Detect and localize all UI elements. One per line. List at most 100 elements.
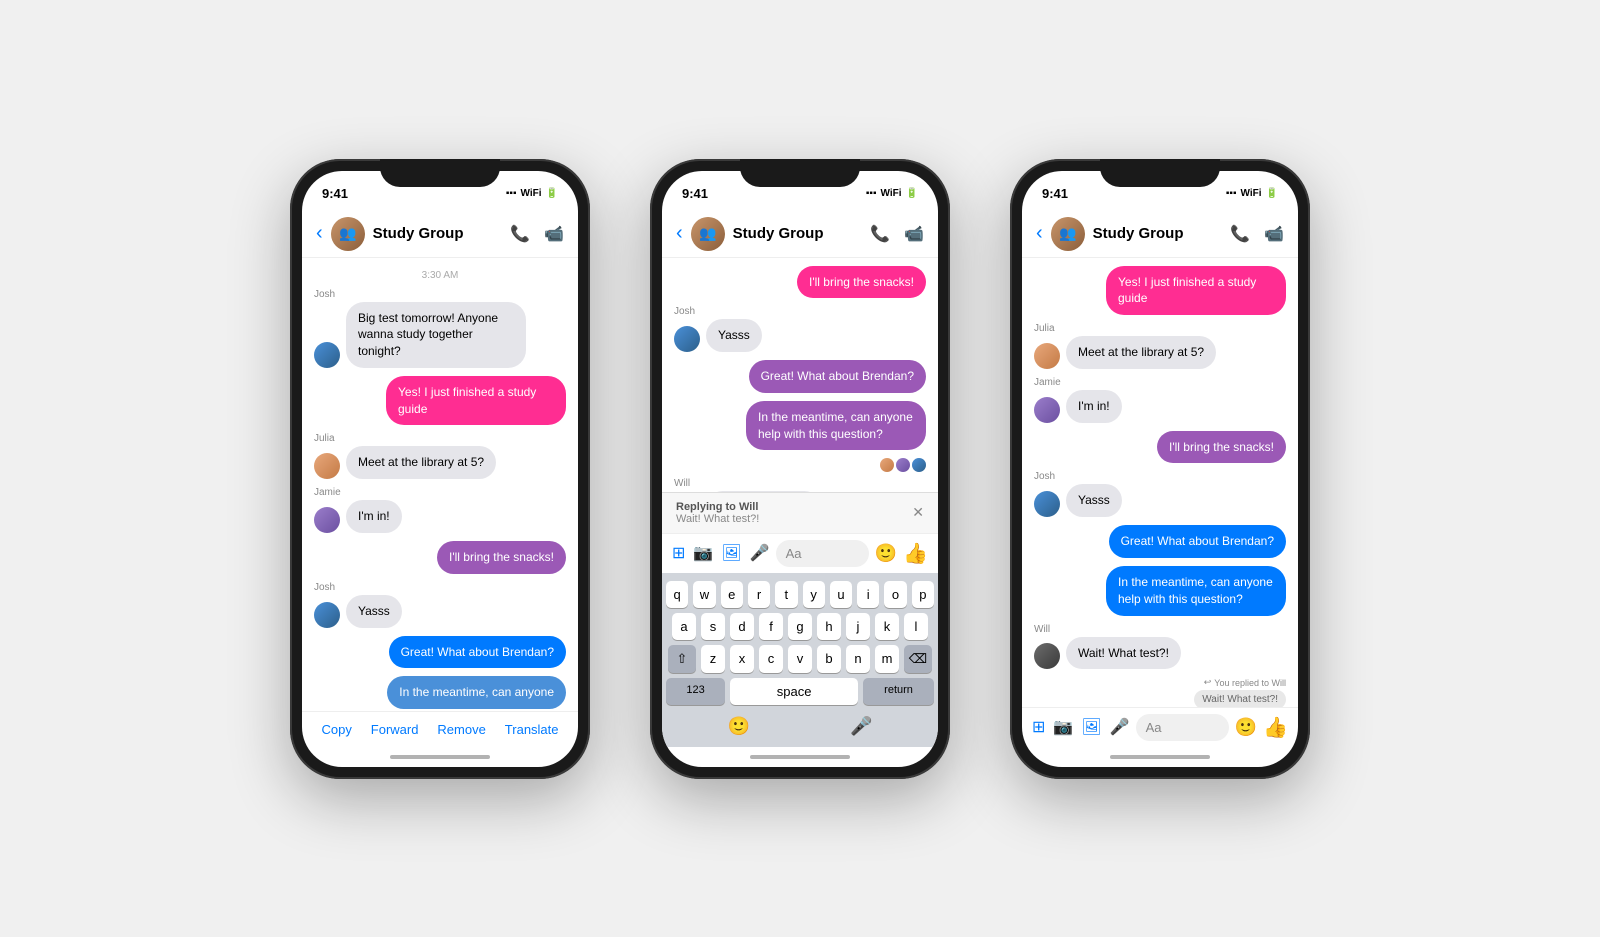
key-m[interactable]: m (875, 645, 899, 673)
key-y[interactable]: y (803, 581, 825, 608)
key-n[interactable]: n (846, 645, 870, 673)
video-call-button-3[interactable]: 📹 (1264, 224, 1284, 244)
notch-3 (1100, 159, 1220, 187)
bubble-josh-3[interactable]: Yasss (1066, 484, 1122, 517)
key-g[interactable]: g (788, 613, 812, 640)
back-button-2[interactable]: ‹ (676, 222, 683, 245)
emoji-button-3[interactable]: 🙂 (1235, 717, 1257, 738)
key-shift[interactable]: ⇧ (668, 645, 696, 673)
bubble-meantime-3[interactable]: In the meantime, can anyone help with th… (1106, 566, 1286, 616)
phone-call-button-1[interactable]: 📞 (510, 224, 530, 244)
video-call-button-1[interactable]: 📹 (544, 224, 564, 244)
emoji-kb-icon[interactable]: 🙂 (728, 716, 750, 737)
key-a[interactable]: a (672, 613, 696, 640)
bubble-julia-1[interactable]: Meet at the library at 5? (346, 446, 496, 479)
msg-row-meantime-3: In the meantime, can anyone help with th… (1034, 566, 1286, 616)
bubble-meantime-2[interactable]: In the meantime, can anyone help with th… (746, 401, 926, 451)
sender-jamie-1: Jamie (314, 487, 341, 498)
key-delete[interactable]: ⌫ (904, 645, 932, 673)
key-k[interactable]: k (875, 613, 899, 640)
reply-arrow-icon: ↩ (1204, 677, 1212, 688)
mic-icon-3[interactable]: 🎤 (1110, 717, 1130, 737)
kb-row-4: 123 space return (666, 678, 934, 705)
key-s[interactable]: s (701, 613, 725, 640)
key-r[interactable]: r (748, 581, 770, 608)
group-name-2: Study Group (733, 225, 862, 242)
key-space[interactable]: space (730, 678, 858, 705)
signal-icon-3: ▪▪▪ (1226, 188, 1237, 199)
bubble-brendan-3[interactable]: Great! What about Brendan? (1109, 525, 1286, 558)
key-j[interactable]: j (846, 613, 870, 640)
bubble-jamie-1[interactable]: I'm in! (346, 500, 402, 533)
phone-call-button-2[interactable]: 📞 (870, 224, 890, 244)
video-call-button-2[interactable]: 📹 (904, 224, 924, 244)
kb-row-1: q w e r t y u i o p (666, 581, 934, 608)
key-return[interactable]: return (863, 678, 934, 705)
input-icons-2: ⊞ 📷 🖼 🎤 (672, 543, 770, 563)
group-name-3: Study Group (1093, 225, 1222, 242)
camera-icon-2[interactable]: 📷 (693, 543, 713, 563)
key-i[interactable]: i (857, 581, 879, 608)
bubble-julia-3[interactable]: Meet at the library at 5? (1066, 336, 1216, 369)
key-h[interactable]: h (817, 613, 841, 640)
bubble-me-1[interactable]: Yes! I just finished a study guide (386, 376, 566, 426)
emoji-button-2[interactable]: 🙂 (875, 543, 897, 564)
bubble-jamie-3[interactable]: I'm in! (1066, 390, 1122, 423)
phone-call-button-3[interactable]: 📞 (1230, 224, 1250, 244)
key-x[interactable]: x (730, 645, 754, 673)
bubble-will-3[interactable]: Wait! What test?! (1066, 637, 1181, 670)
camera-icon-3[interactable]: 📷 (1053, 717, 1073, 737)
key-q[interactable]: q (666, 581, 688, 608)
bubble-snacks-3[interactable]: I'll bring the snacks! (1157, 431, 1286, 464)
like-button-3[interactable]: 👍 (1263, 715, 1288, 740)
key-z[interactable]: z (701, 645, 725, 673)
translate-button[interactable]: Translate (505, 722, 559, 737)
bubble-josh-1[interactable]: Big test tomorrow! Anyone wanna study to… (346, 302, 526, 368)
key-123[interactable]: 123 (666, 678, 725, 705)
back-button-3[interactable]: ‹ (1036, 222, 1043, 245)
bubble-josh-yasss-1[interactable]: Yasss (346, 595, 402, 628)
bubble-guide-3[interactable]: Yes! I just finished a study guide (1106, 266, 1286, 316)
key-t[interactable]: t (775, 581, 797, 608)
group-avatar-1: 👥 (331, 217, 365, 251)
back-button-1[interactable]: ‹ (316, 222, 323, 245)
key-o[interactable]: o (884, 581, 906, 608)
message-input-2[interactable]: Aa (776, 540, 869, 567)
grid-icon-3[interactable]: ⊞ (1032, 717, 1045, 737)
message-input-3[interactable]: Aa (1136, 714, 1229, 741)
forward-button[interactable]: Forward (371, 722, 419, 737)
key-b[interactable]: b (817, 645, 841, 673)
seen-av-julia-2 (880, 458, 894, 472)
like-button-2[interactable]: 👍 (903, 541, 928, 566)
time-label-1: 3:30 AM (314, 270, 566, 281)
key-v[interactable]: v (788, 645, 812, 673)
msg-row-josh-yasss-1: Josh Yasss (314, 582, 566, 628)
mic-kb-icon[interactable]: 🎤 (850, 716, 872, 737)
key-l[interactable]: l (904, 613, 928, 640)
msg-with-avatar-josh-2: Yasss (674, 319, 762, 352)
wifi-icon: WiFi (521, 188, 542, 199)
status-icons-2: ▪▪▪ WiFi 🔋 (866, 188, 918, 199)
bubble-meantime-1[interactable]: In the meantime, can anyone (387, 676, 566, 709)
bubble-brendan-2[interactable]: Great! What about Brendan? (749, 360, 926, 393)
key-p[interactable]: p (912, 581, 934, 608)
key-c[interactable]: c (759, 645, 783, 673)
mic-icon-2[interactable]: 🎤 (750, 543, 770, 563)
reply-close-button[interactable]: ✕ (912, 504, 924, 521)
key-w[interactable]: w (693, 581, 715, 608)
kb-row-2: a s d f g h j k l (666, 613, 934, 640)
key-d[interactable]: d (730, 613, 754, 640)
image-icon-3[interactable]: 🖼 (1081, 717, 1101, 737)
key-e[interactable]: e (721, 581, 743, 608)
bubble-snacks-2[interactable]: I'll bring the snacks! (797, 266, 926, 299)
bubble-brendan-1[interactable]: Great! What about Brendan? (389, 636, 566, 669)
keyboard-2: q w e r t y u i o p a s d f g h (662, 573, 938, 747)
bubble-josh-2[interactable]: Yasss (706, 319, 762, 352)
bubble-snacks-1[interactable]: I'll bring the snacks! (437, 541, 566, 574)
image-icon-2[interactable]: 🖼 (721, 543, 741, 563)
copy-button[interactable]: Copy (321, 722, 351, 737)
key-f[interactable]: f (759, 613, 783, 640)
key-u[interactable]: u (830, 581, 852, 608)
grid-icon-2[interactable]: ⊞ (672, 543, 685, 563)
remove-button[interactable]: Remove (437, 722, 485, 737)
